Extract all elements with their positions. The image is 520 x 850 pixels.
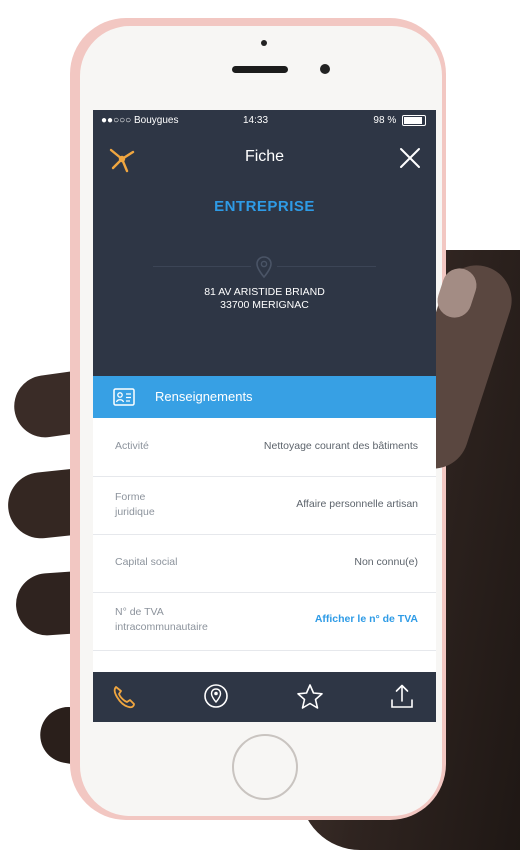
front-camera (261, 40, 267, 46)
row-value: Non connu(e) (354, 556, 418, 568)
company-name: ENTREPRISE (214, 198, 315, 215)
proximity-sensor (320, 64, 330, 74)
location-pin-icon (251, 254, 277, 280)
battery-icon (402, 114, 426, 126)
carrier-label: ●●○○○ Bouygues (101, 115, 179, 126)
row-label: Activité (115, 440, 149, 452)
status-bar: ●●○○○ Bouygues 14:33 98 % (93, 110, 436, 132)
row-value: Nettoyage courant des bâtiments (263, 440, 418, 452)
address-line: 81 AV ARISTIDE BRIAND (204, 286, 325, 298)
status-time: 14:33 (243, 115, 269, 126)
earpiece-speaker (232, 66, 288, 73)
row-label-line: N° de TVA (115, 606, 164, 618)
nav-title: Fiche (244, 148, 285, 165)
bottom-tab-bar (93, 672, 436, 722)
row-value: Affaire personnelle artisan (296, 498, 418, 510)
row-label: N° de TVA intracommunautaire (115, 605, 208, 635)
location-pin-icon[interactable] (201, 682, 231, 712)
info-row-capital-social: Capital social Non connu(e) (93, 534, 436, 593)
section-header-renseignements[interactable]: Renseignements (93, 376, 436, 418)
info-row-tva: N° de TVA intracommunautaire Afficher le… (93, 592, 436, 651)
share-icon[interactable] (387, 682, 417, 712)
row-label-line: juridique (115, 506, 155, 518)
star-icon[interactable] (295, 682, 325, 712)
navigation-bar: Fiche (93, 132, 436, 182)
row-label: Forme juridique (115, 490, 155, 520)
info-list: Activité Nettoyage courant des bâtiments… (93, 418, 436, 676)
id-card-icon (113, 388, 135, 406)
row-label: Capital social (115, 556, 178, 568)
info-row-activite: Activité Nettoyage courant des bâtiments (93, 418, 436, 477)
info-row-forme-juridique: Forme juridique Affaire personnelle arti… (93, 476, 436, 535)
battery-status: 98 % (373, 110, 426, 132)
row-label-line: Forme (115, 491, 146, 503)
home-button[interactable] (232, 734, 298, 800)
close-icon[interactable] (398, 146, 422, 170)
address-line: 33700 MERIGNAC (220, 299, 309, 311)
company-address: 81 AV ARISTIDE BRIAND 33700 MERIGNAC (93, 286, 436, 312)
row-label-line: intracommunautaire (115, 621, 208, 633)
show-tva-link[interactable]: Afficher le n° de TVA (315, 612, 418, 627)
battery-percent: 98 % (373, 115, 397, 126)
phone-icon[interactable] (109, 682, 139, 712)
app-screen: ●●○○○ Bouygues 14:33 98 % Fiche ENTREPRI… (93, 110, 436, 722)
section-label: Renseignements (155, 389, 253, 404)
